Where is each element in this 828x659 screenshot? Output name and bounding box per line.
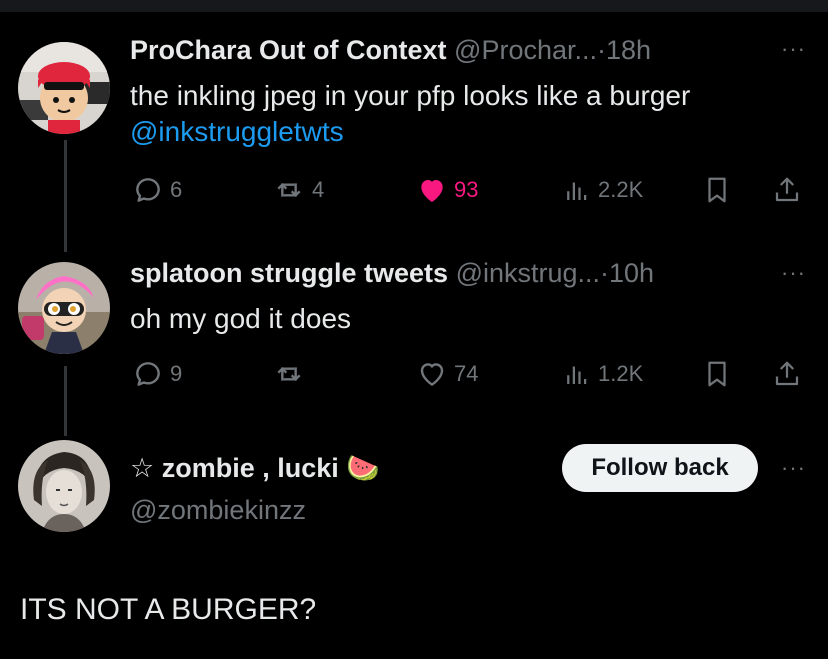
separator: · xyxy=(600,258,610,288)
reply-button[interactable]: 6 xyxy=(132,170,182,210)
more-options-icon[interactable]: ··· xyxy=(781,455,806,481)
profile-handle[interactable]: @zombiekinzz xyxy=(130,495,306,525)
view-count: 2.2K xyxy=(598,177,644,202)
thread-line xyxy=(64,140,67,252)
timestamp[interactable]: 18h xyxy=(606,35,651,65)
avatar-splatoon-struggle[interactable] xyxy=(18,262,110,354)
tweet-text: oh my god it does xyxy=(130,301,351,337)
views-button[interactable]: 1.2K xyxy=(562,354,643,394)
retweet-count: 4 xyxy=(312,177,325,202)
bookmark-button[interactable] xyxy=(702,354,732,394)
reply-draft-text[interactable]: ITS NOT A BURGER? xyxy=(20,590,316,630)
view-count: 1.2K xyxy=(598,361,644,386)
display-name[interactable]: splatoon struggle tweets xyxy=(130,258,448,288)
profile-header: ☆ zombie , lucki 🍉 xyxy=(130,452,380,484)
handle[interactable]: @Prochar... xyxy=(454,35,597,65)
mention-link[interactable]: @inkstruggletwts xyxy=(130,114,690,150)
views-icon xyxy=(567,366,587,384)
views-icon xyxy=(567,182,587,200)
timestamp[interactable]: 10h xyxy=(609,258,654,288)
reply-count: 9 xyxy=(170,361,183,386)
tweet-header: splatoon struggle tweets @inkstrug...·10… xyxy=(130,257,654,289)
share-button[interactable] xyxy=(772,170,802,210)
profile-display-name[interactable]: ☆ zombie , lucki 🍉 xyxy=(130,453,380,483)
display-name[interactable]: ProChara Out of Context xyxy=(130,35,447,65)
reply-button[interactable]: 9 xyxy=(132,354,182,394)
like-button[interactable]: 74 xyxy=(416,354,478,394)
retweet-button[interactable]: 4 xyxy=(272,170,324,210)
reply-icon xyxy=(136,178,160,202)
separator: · xyxy=(597,35,606,65)
share-icon xyxy=(775,177,799,202)
handle[interactable]: @inkstrug... xyxy=(456,258,600,288)
reply-count: 6 xyxy=(170,177,183,202)
like-count: 74 xyxy=(454,361,479,386)
like-count: 93 xyxy=(454,177,479,202)
reply-icon xyxy=(136,362,160,386)
thread-line xyxy=(64,366,67,436)
tweet-text-line: the inkling jpeg in your pfp looks like … xyxy=(130,80,691,111)
views-button[interactable]: 2.2K xyxy=(562,170,643,210)
follow-back-button[interactable]: Follow back xyxy=(562,444,758,492)
like-button[interactable]: 93 xyxy=(416,170,478,210)
bookmark-icon xyxy=(708,177,726,203)
bookmark-icon xyxy=(708,361,726,387)
bookmark-button[interactable] xyxy=(702,170,732,210)
tweet-actions: 6 4 93 2.2K xyxy=(132,170,812,210)
avatar-zombiekinzz[interactable] xyxy=(18,440,110,532)
avatar-prochara[interactable] xyxy=(18,42,110,134)
share-icon xyxy=(775,361,799,386)
heart-filled-icon xyxy=(421,180,443,202)
tweet-actions: 9 74 1.2K xyxy=(132,354,812,394)
more-options-icon[interactable]: ··· xyxy=(781,260,806,286)
tweet-text: the inkling jpeg in your pfp looks like … xyxy=(130,78,690,150)
heart-icon xyxy=(420,363,444,386)
more-options-icon[interactable]: ··· xyxy=(781,36,806,62)
retweet-button[interactable] xyxy=(272,354,312,394)
top-bar xyxy=(0,0,828,12)
tweet-text-line: oh my god it does xyxy=(130,303,352,334)
profile-handle-row: @zombiekinzz xyxy=(130,494,306,526)
retweet-icon xyxy=(277,182,301,198)
share-button[interactable] xyxy=(772,354,802,394)
tweet-header: ProChara Out of Context @Prochar...·18h xyxy=(130,34,651,66)
retweet-icon xyxy=(277,366,301,382)
